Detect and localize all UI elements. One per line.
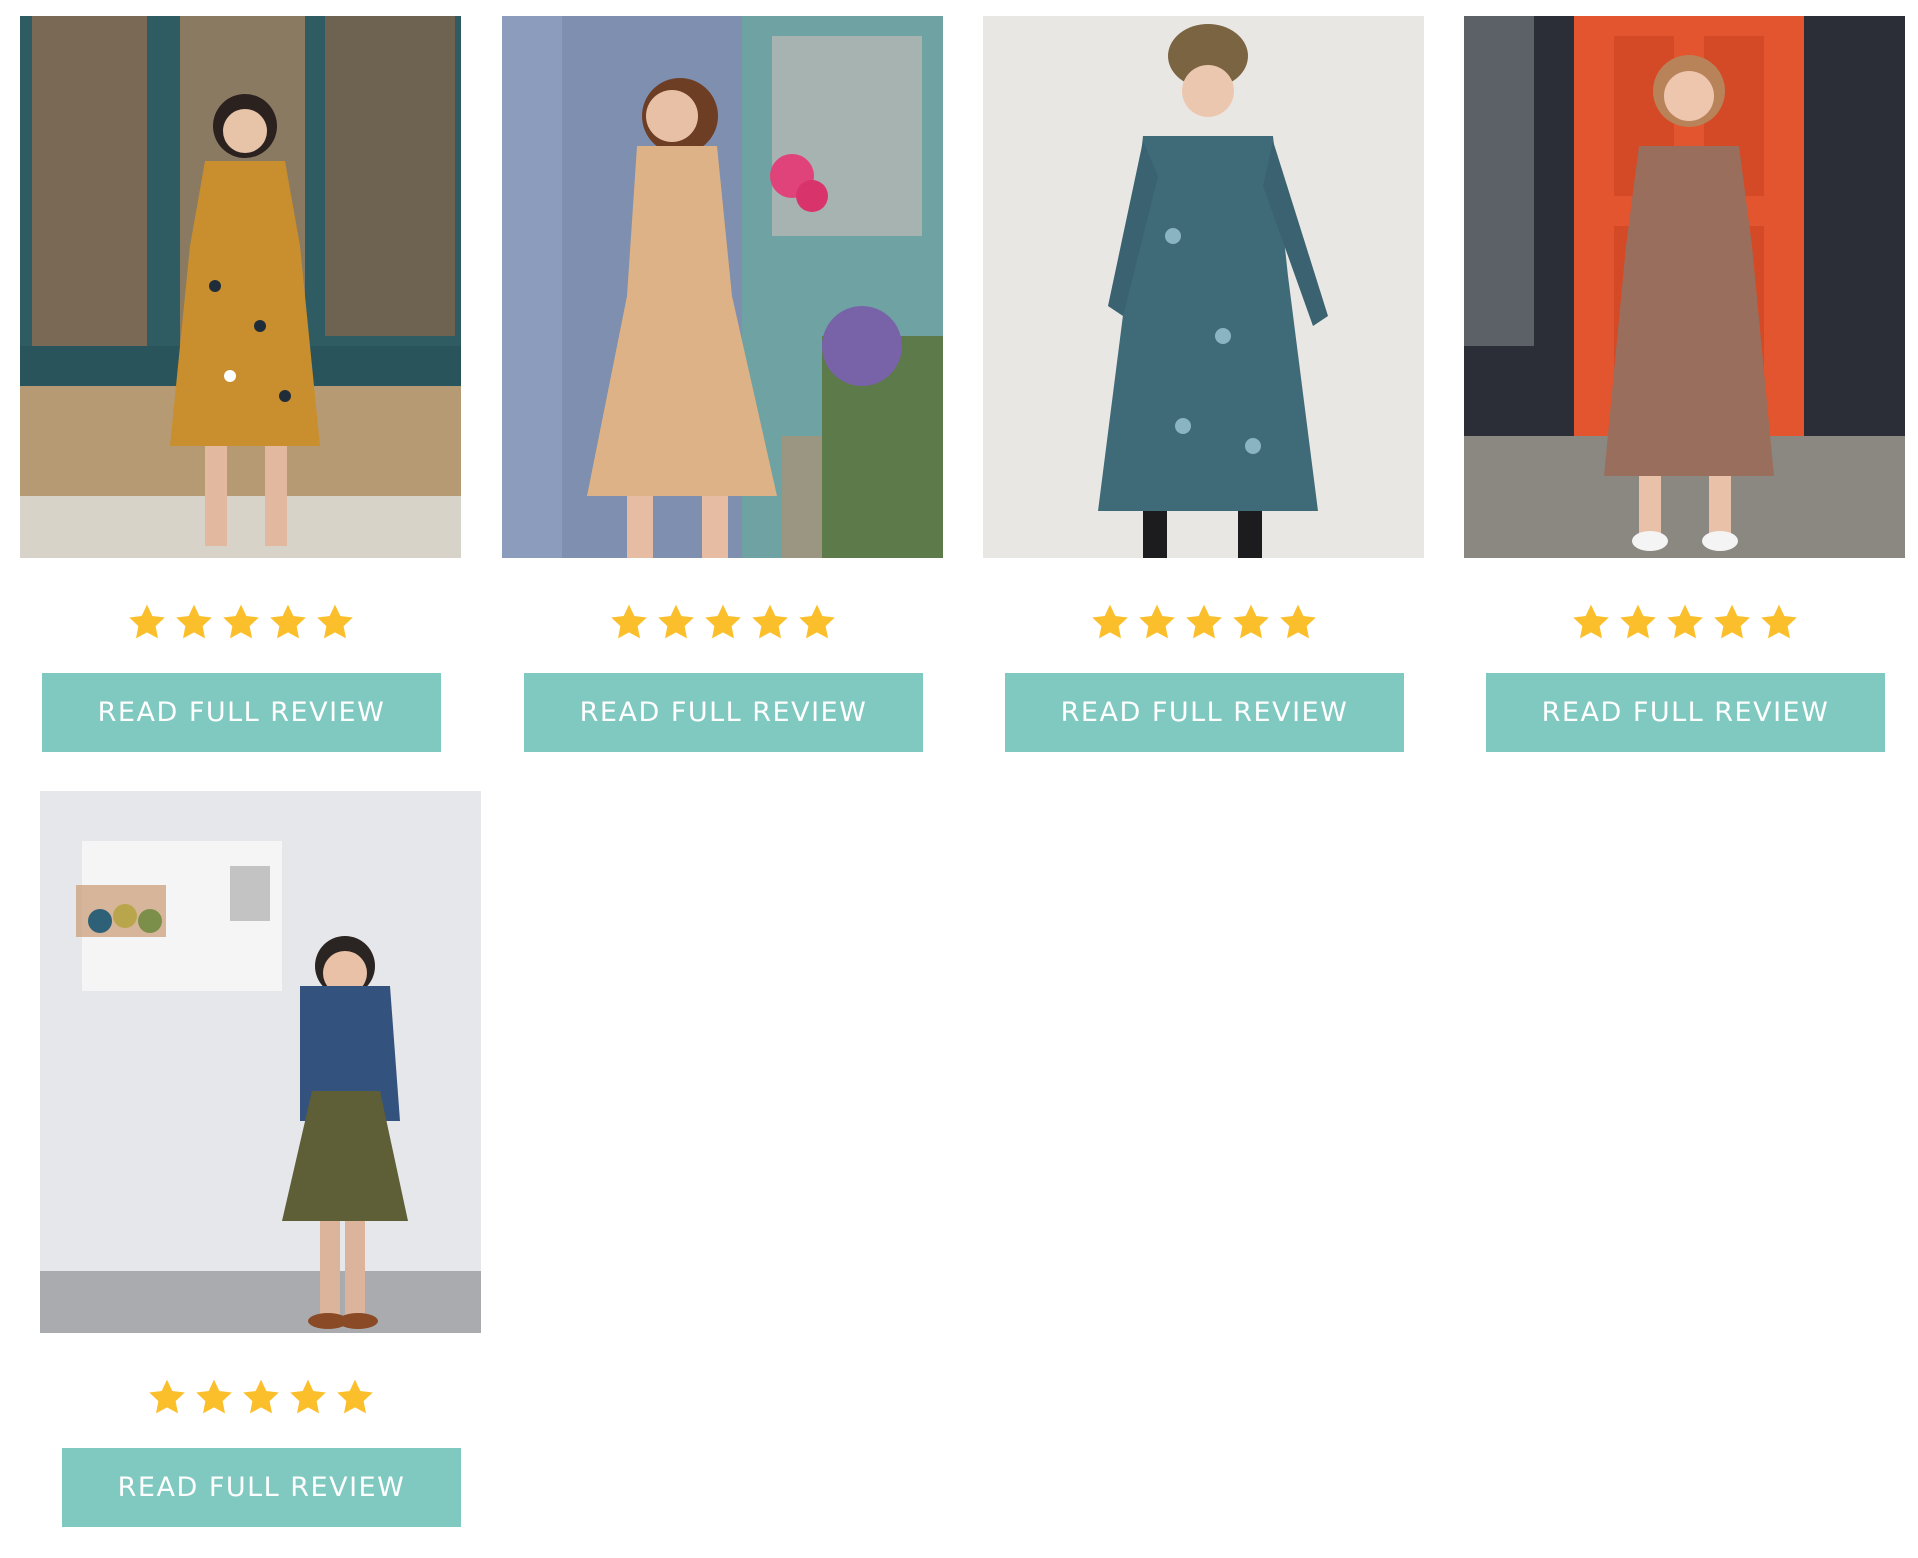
read-full-review-button-4[interactable]: READ FULL REVIEW: [1486, 673, 1885, 752]
star-icon: [1276, 601, 1320, 645]
star-icon: [1710, 601, 1754, 645]
review-card-5: READ FULL REVIEW: [40, 791, 481, 1527]
star-icon: [654, 601, 698, 645]
review-card-3: READ FULL REVIEW: [983, 16, 1424, 752]
review-card-4: READ FULL REVIEW: [1464, 16, 1905, 752]
review-photo-4[interactable]: [1464, 16, 1905, 558]
star-icon: [795, 601, 839, 645]
star-icon: [607, 601, 651, 645]
star-icon: [125, 601, 169, 645]
star-icon: [1663, 601, 1707, 645]
star-icon: [286, 1376, 330, 1420]
star-icon: [172, 601, 216, 645]
star-icon: [239, 1376, 283, 1420]
star-icon: [701, 601, 745, 645]
review-card-1: READ FULL REVIEW: [20, 16, 461, 752]
read-full-review-button-1[interactable]: READ FULL REVIEW: [42, 673, 441, 752]
review-photo-5[interactable]: [40, 791, 481, 1333]
read-full-review-button-2[interactable]: READ FULL REVIEW: [524, 673, 923, 752]
read-full-review-button-5[interactable]: READ FULL REVIEW: [62, 1448, 461, 1527]
star-rating-1: [20, 601, 461, 651]
star-icon: [1182, 601, 1226, 645]
star-icon: [1569, 601, 1613, 645]
read-full-review-button-3[interactable]: READ FULL REVIEW: [1005, 673, 1404, 752]
review-card-2: READ FULL REVIEW: [502, 16, 943, 752]
star-icon: [1757, 601, 1801, 645]
star-rating-3: [983, 601, 1424, 651]
review-photo-1[interactable]: [20, 16, 461, 558]
star-icon: [1616, 601, 1660, 645]
star-rating-5: [40, 1376, 481, 1426]
review-photo-3[interactable]: [983, 16, 1424, 558]
star-icon: [333, 1376, 377, 1420]
star-rating-4: [1464, 601, 1905, 651]
star-icon: [219, 601, 263, 645]
star-icon: [1229, 601, 1273, 645]
star-icon: [1088, 601, 1132, 645]
star-icon: [266, 601, 310, 645]
star-icon: [748, 601, 792, 645]
star-icon: [1135, 601, 1179, 645]
star-icon: [145, 1376, 189, 1420]
review-photo-2[interactable]: [502, 16, 943, 558]
star-icon: [192, 1376, 236, 1420]
star-rating-2: [502, 601, 943, 651]
star-icon: [313, 601, 357, 645]
